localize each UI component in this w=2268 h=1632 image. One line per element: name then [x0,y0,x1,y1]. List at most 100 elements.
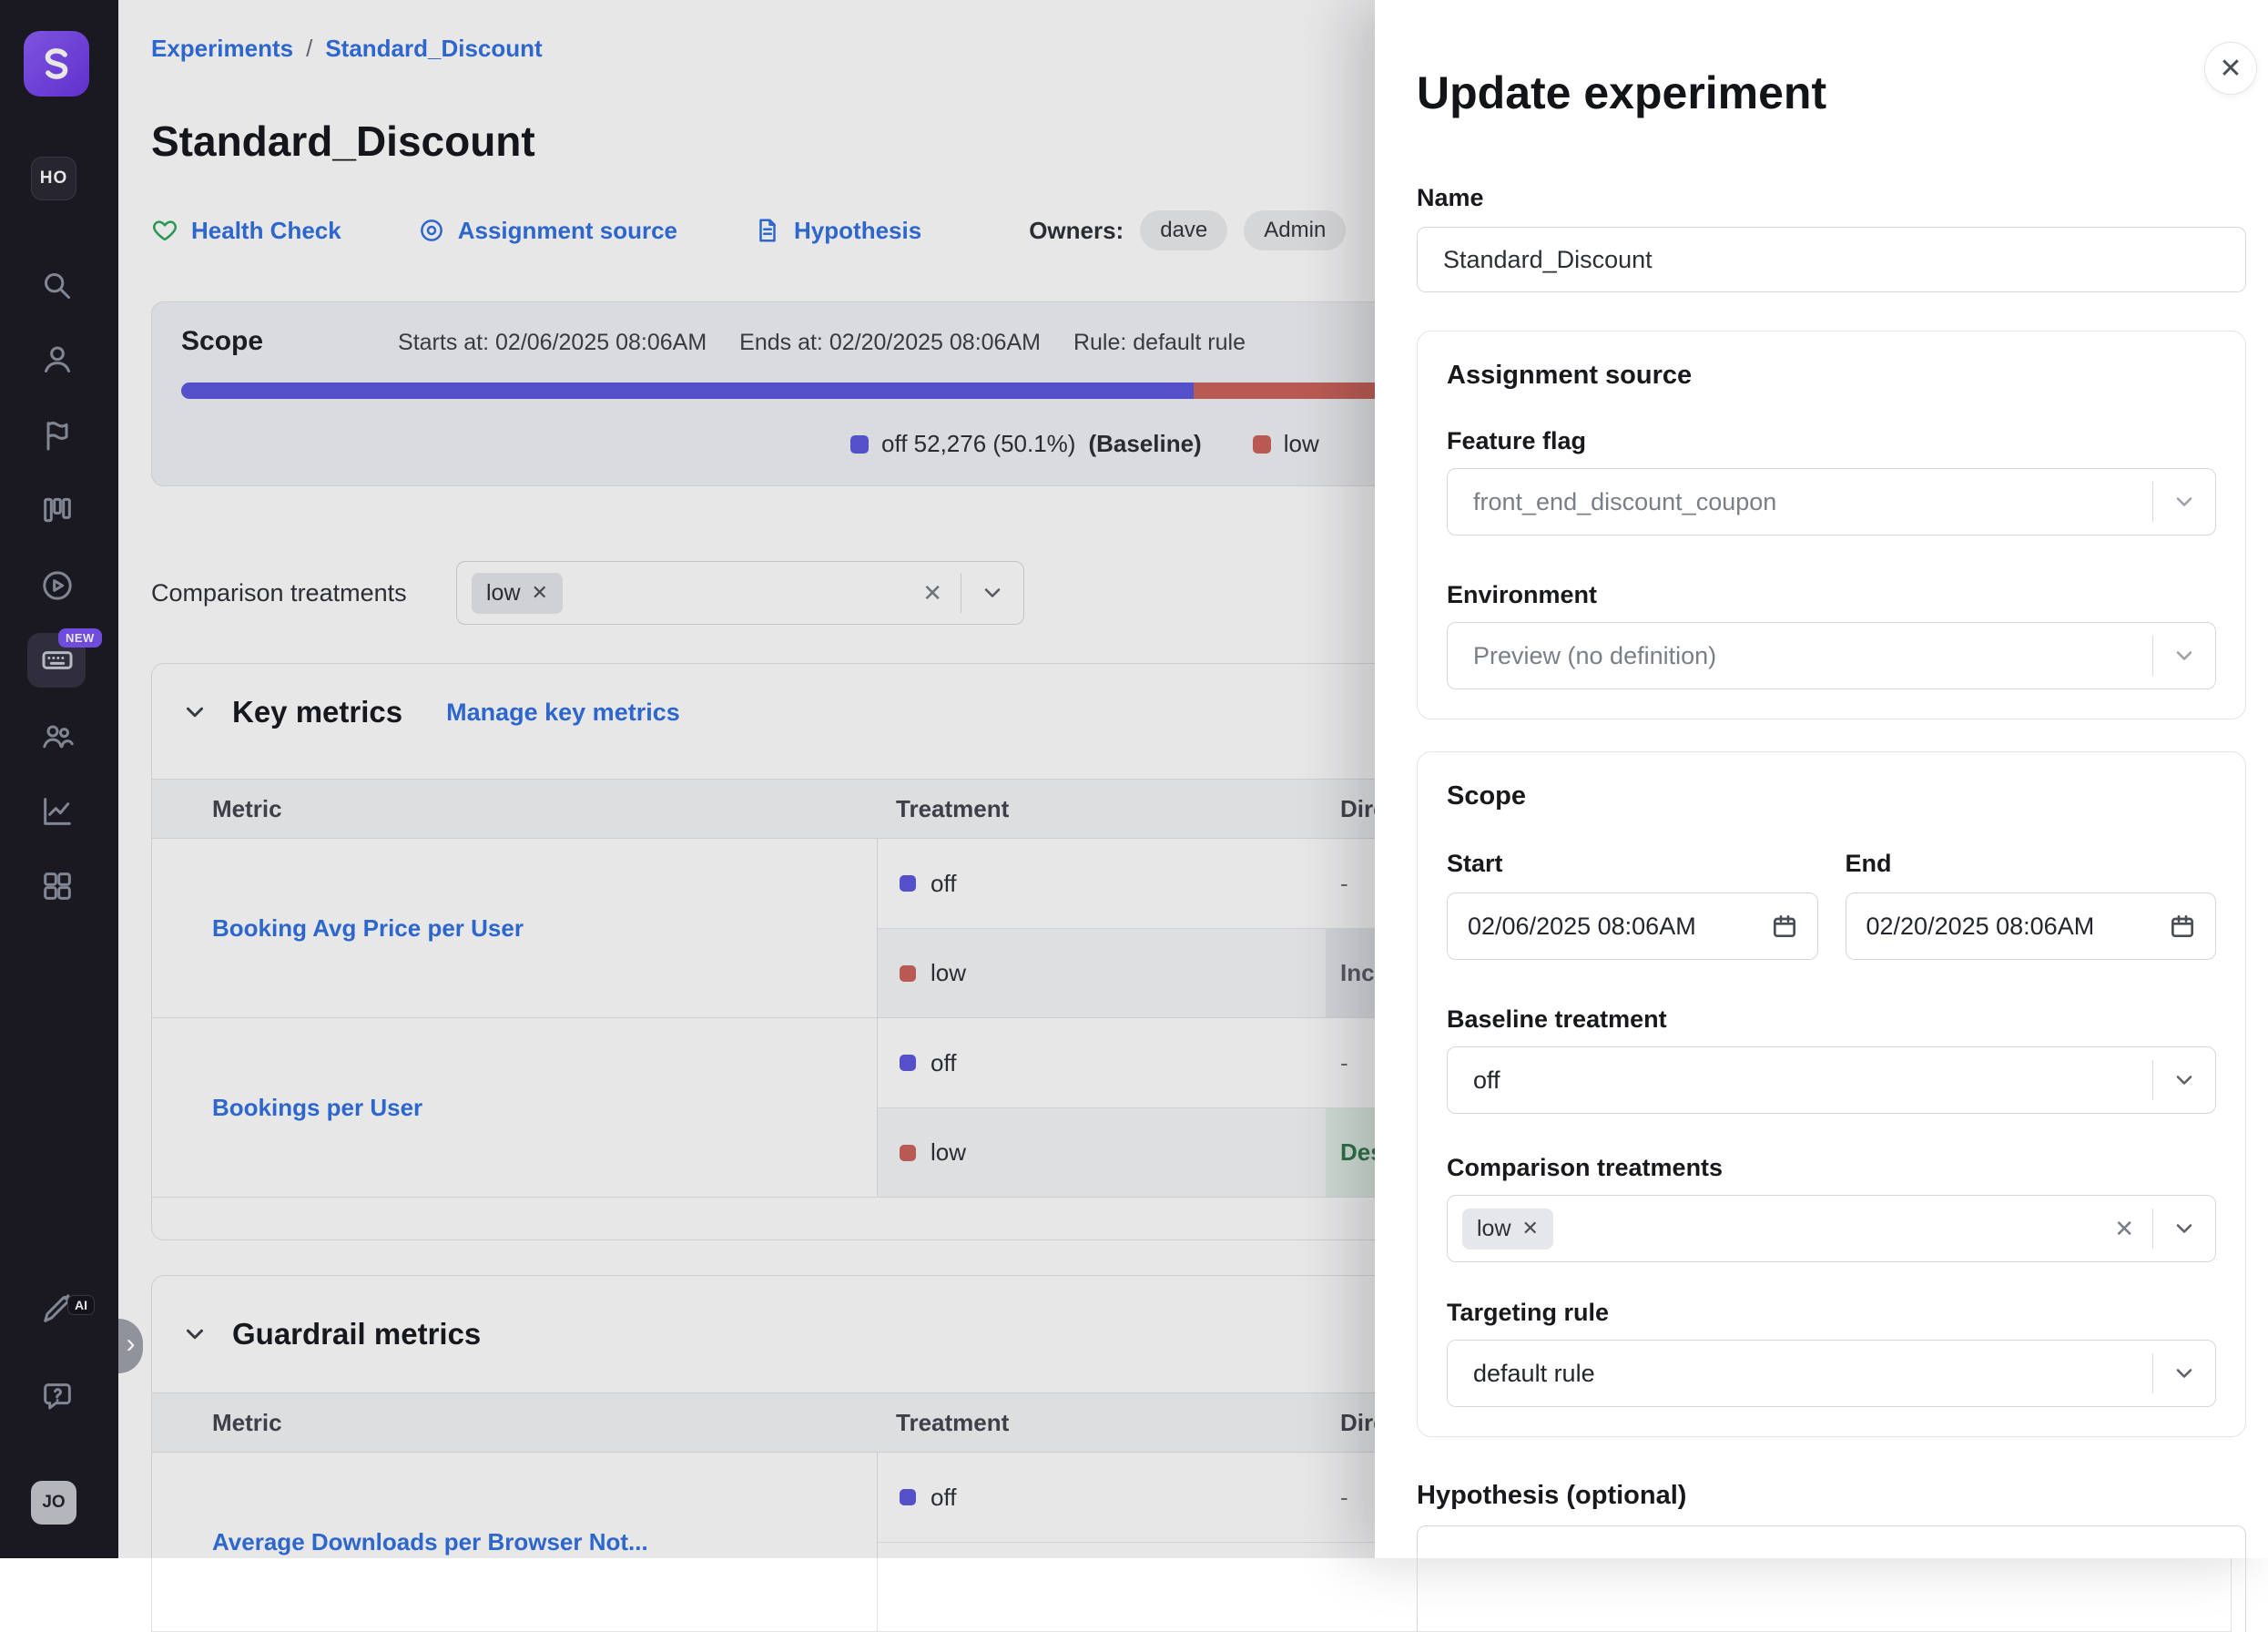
treatment-chip-low[interactable]: low ✕ [472,573,563,614]
users-icon[interactable] [37,340,77,380]
comparison-treatments-label: Comparison treatments [151,579,456,607]
calendar-icon[interactable] [2168,912,2197,941]
comparison-treatments-select[interactable]: low ✕ ✕ [1447,1195,2216,1262]
health-check-link[interactable]: Health Check [151,217,341,245]
clear-selection-icon[interactable]: ✕ [2096,1215,2152,1243]
breadcrumb-separator: / [306,35,312,63]
treatment-label: off [931,870,956,898]
start-date-input[interactable]: 02/06/2025 08:06AM [1447,892,1818,960]
update-experiment-drawer: ✕ Update experiment Name Standard_Discou… [1375,0,2268,1558]
play-circle-icon[interactable] [37,566,77,606]
collapse-chevron-icon[interactable] [181,699,208,726]
hypothesis-label: Hypothesis [794,217,921,245]
metrics-chart-icon[interactable] [37,791,77,831]
hypothesis-optional-label: Hypothesis (optional) [1417,1481,2246,1511]
allocation-segment-off [181,382,1194,399]
calendar-icon[interactable] [1770,912,1799,941]
col-metric: Metric [152,1409,878,1437]
logo-glyph [36,44,76,84]
health-check-label: Health Check [191,217,341,245]
owners: Owners: dave Admin [1029,210,1346,250]
document-icon [754,217,781,244]
help-chat-icon[interactable] [37,1377,77,1417]
workspace-avatar[interactable]: HO [31,157,76,200]
name-input[interactable]: Standard_Discount [1417,227,2246,292]
heart-icon [151,217,178,244]
hypothesis-link[interactable]: Hypothesis [754,217,921,245]
chevron-down-icon[interactable] [2153,1067,2215,1093]
dashboards-grid-icon[interactable] [37,866,77,906]
new-badge: NEW [58,628,102,648]
legend-baseline-text: (Baseline) [1088,430,1201,458]
comparison-treatments-label: Comparison treatments [1447,1154,2216,1182]
end-date-value: 02/20/2025 08:06AM [1866,913,2095,941]
comparison-treatments-select[interactable]: low ✕ ✕ [456,561,1024,625]
treatment-label: low [931,959,966,987]
target-icon [418,217,445,244]
feature-flag-label: Feature flag [1447,427,2216,455]
sidebar: HO NEW AI JO [0,0,118,1558]
legend-item-low: low [1253,430,1319,458]
key-metrics-title: Key metrics [232,695,402,729]
treatment-label: low [931,1138,966,1167]
name-label: Name [1417,184,2246,212]
off-swatch [900,1055,916,1071]
col-treatment: Treatment [878,1409,1326,1437]
metric-link[interactable]: Average Downloads per Browser Not... [152,1453,878,1631]
low-swatch [900,1145,916,1161]
legend-item-off: off 52,276 (50.1%) (Baseline) [850,430,1202,458]
environment-value: Preview (no definition) [1462,642,1716,670]
chevron-down-icon[interactable] [2153,1216,2215,1241]
scope-ends: Ends at: 02/20/2025 08:06AM [739,330,1041,356]
guardrail-metrics-title: Guardrail metrics [232,1317,481,1352]
targeting-rule-select[interactable]: default rule [1447,1340,2216,1407]
clear-selection-icon[interactable]: ✕ [904,579,961,607]
breadcrumb-experiments[interactable]: Experiments [151,35,293,63]
feature-flag-value: front_end_discount_coupon [1462,488,1776,516]
start-date-value: 02/06/2025 08:06AM [1468,913,1696,941]
scope-title: Scope [181,326,263,357]
chip-remove-icon[interactable]: ✕ [532,581,548,605]
breadcrumb-current[interactable]: Standard_Discount [325,35,542,63]
baseline-treatment-select[interactable]: off [1447,1046,2216,1114]
owner-chip-dave[interactable]: dave [1140,210,1227,250]
off-swatch [900,875,916,892]
chip-remove-icon[interactable]: ✕ [1522,1217,1539,1240]
columns-icon[interactable] [37,490,77,530]
chevron-down-icon[interactable] [2153,643,2215,668]
drawer-title: Update experiment [1417,66,2246,120]
ai-badge: AI [67,1295,95,1315]
assignment-source-link[interactable]: Assignment source [418,217,677,245]
col-treatment: Treatment [878,795,1326,823]
start-label: Start [1447,850,1818,878]
treatment-cell: low [878,1107,1326,1197]
scope-heading: Scope [1447,781,2216,811]
scope-rule: Rule: default rule [1073,330,1246,356]
feature-flag-icon[interactable] [37,415,77,455]
chevron-down-icon[interactable] [2153,489,2215,515]
metric-link[interactable]: Booking Avg Price per User [152,839,878,1017]
chevron-down-icon[interactable] [2153,1361,2215,1386]
end-date-input[interactable]: 02/20/2025 08:06AM [1846,892,2217,960]
user-avatar[interactable]: JO [31,1481,76,1525]
assignment-source-heading: Assignment source [1447,361,2216,391]
people-group-icon[interactable] [37,716,77,756]
low-swatch [900,965,916,982]
col-metric: Metric [152,795,878,823]
metric-link[interactable]: Bookings per User [152,1018,878,1197]
statsig-logo[interactable] [24,31,89,97]
owner-chip-admin[interactable]: Admin [1244,210,1346,250]
targeting-rule-label: Targeting rule [1447,1299,2216,1327]
legend-low-text: low [1284,430,1319,458]
close-icon[interactable]: ✕ [2204,42,2257,95]
chevron-down-icon[interactable] [961,580,1023,606]
feature-flag-select[interactable]: front_end_discount_coupon [1447,468,2216,536]
chip-label: low [1477,1216,1511,1242]
collapse-chevron-icon[interactable] [181,1321,208,1348]
environment-select[interactable]: Preview (no definition) [1447,622,2216,689]
treatment-label: off [931,1484,956,1512]
treatment-chip-low[interactable]: low ✕ [1462,1209,1553,1250]
legend-off-text: off 52,276 (50.1%) [881,430,1075,458]
manage-key-metrics-link[interactable]: Manage key metrics [446,699,680,727]
search-icon[interactable] [37,266,77,306]
